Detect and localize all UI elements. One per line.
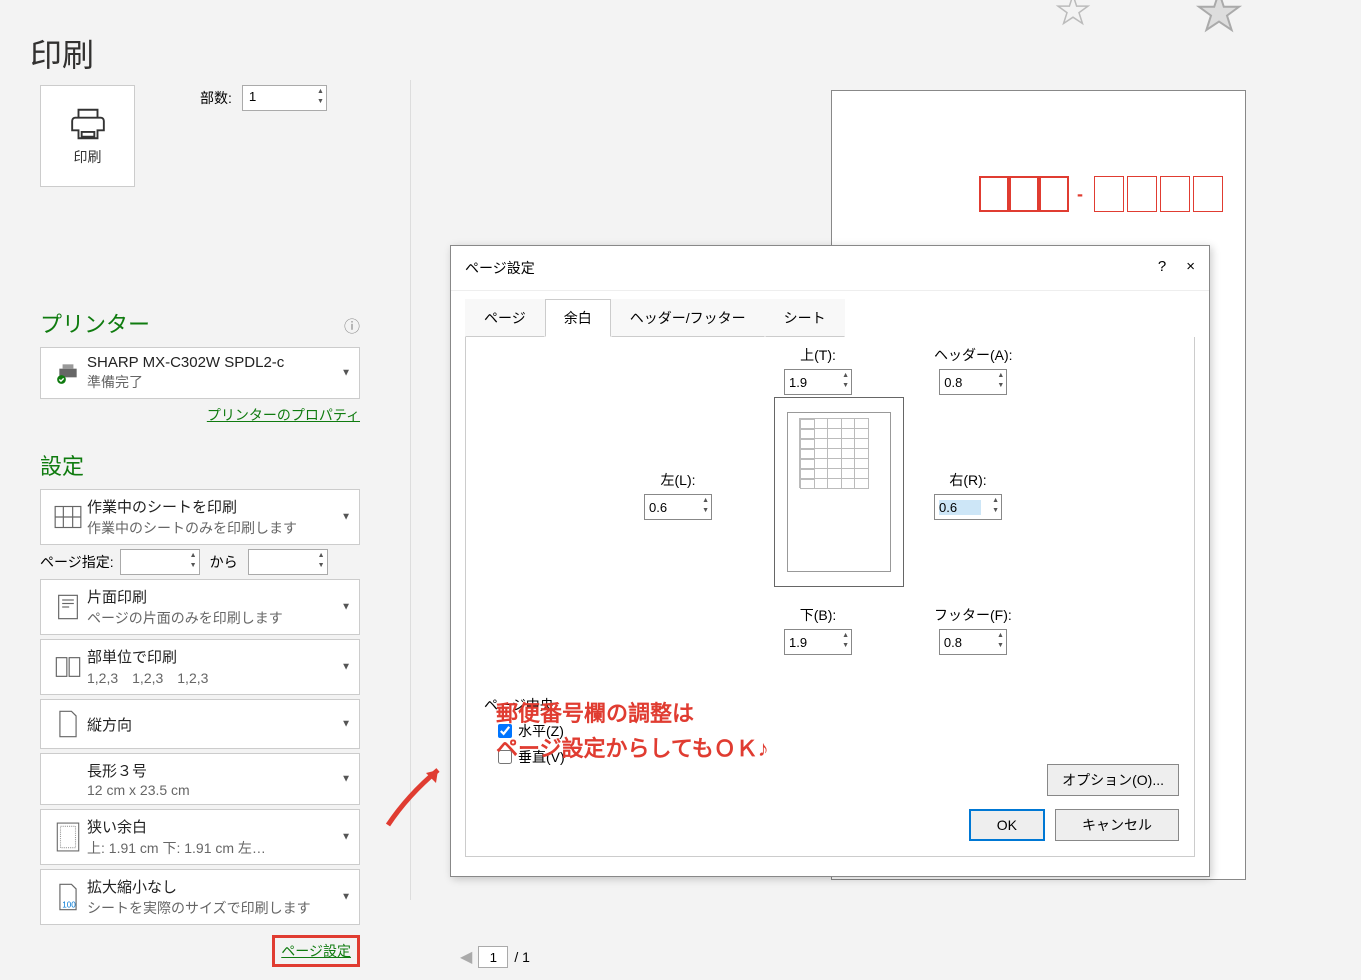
margin-header-label: ヘッダー(A): xyxy=(934,345,1013,365)
svg-text:100: 100 xyxy=(62,900,76,909)
caret-down-icon: ▼ xyxy=(341,892,351,903)
caret-down-icon: ▼ xyxy=(341,719,351,730)
page-to-input[interactable]: ▲▼ xyxy=(248,549,328,575)
page-from-input[interactable]: ▲▼ xyxy=(120,549,200,575)
page-to-label: から xyxy=(210,552,238,572)
single-side-icon xyxy=(54,593,82,621)
spinner-up-icon[interactable]: ▲ xyxy=(317,87,324,97)
caret-down-icon: ▼ xyxy=(341,512,351,523)
page-margins-diagram xyxy=(774,397,904,587)
margin-left-label: 左(L): xyxy=(661,470,696,490)
annotation-text: 郵便番号欄の調整は ページ設定からしてもＯＫ♪ xyxy=(496,696,769,766)
portrait-icon xyxy=(56,709,80,739)
spinner-down-icon[interactable]: ▼ xyxy=(317,97,324,107)
orientation-selector[interactable]: 縦方向 ▼ xyxy=(40,699,360,749)
print-what-selector[interactable]: 作業中のシートを印刷作業中のシートのみを印刷します ▼ xyxy=(40,489,360,545)
page-setup-link[interactable]: ページ設定 xyxy=(281,943,351,959)
sides-selector[interactable]: 片面印刷ページの片面のみを印刷します ▼ xyxy=(40,579,360,635)
print-button-label: 印刷 xyxy=(74,147,102,167)
printer-properties-link[interactable]: プリンターのプロパティ xyxy=(40,405,360,425)
scaling-selector[interactable]: 100 拡大縮小なしシートを実際のサイズで印刷します ▼ xyxy=(40,869,360,925)
margin-top-label: 上(T): xyxy=(800,345,836,365)
cancel-button[interactable]: キャンセル xyxy=(1055,809,1179,841)
settings-section-header: 設定 xyxy=(40,449,360,481)
copies-label: 部数: xyxy=(200,88,232,108)
tab-margins[interactable]: 余白 xyxy=(545,299,611,337)
printer-status: 準備完了 xyxy=(87,372,351,392)
caret-down-icon: ▼ xyxy=(341,368,351,379)
margin-header-input[interactable]: ▲▼ xyxy=(939,369,1007,395)
copies-input[interactable]: ▲▼ xyxy=(242,85,327,111)
margin-bottom-input[interactable]: ▲▼ xyxy=(784,629,852,655)
tab-page[interactable]: ページ xyxy=(465,299,545,337)
caret-down-icon: ▼ xyxy=(341,602,351,613)
caret-down-icon: ▼ xyxy=(341,774,351,785)
star-icon xyxy=(1055,0,1091,28)
star-icon xyxy=(1195,0,1243,36)
printer-icon xyxy=(69,105,107,143)
printer-ready-icon xyxy=(53,360,83,386)
tab-sheet[interactable]: シート xyxy=(765,299,845,337)
page-range-label: ページ指定: xyxy=(40,552,114,572)
printer-section-header: プリンター xyxy=(40,307,360,339)
pager-total: / 1 xyxy=(514,949,530,965)
margins-icon xyxy=(55,822,81,852)
collate-selector[interactable]: 部単位で印刷1,2,3 1,2,3 1,2,3 ▼ xyxy=(40,639,360,695)
pager-prev-icon[interactable]: ◀ xyxy=(460,947,472,967)
scale-icon: 100 xyxy=(56,882,80,912)
margin-footer-label: フッター(F): xyxy=(934,605,1012,625)
paper-selector[interactable]: 長形３号12 cm x 23.5 cm ▼ xyxy=(40,753,360,805)
dialog-close-button[interactable]: × xyxy=(1186,258,1195,278)
caret-down-icon: ▼ xyxy=(341,662,351,673)
pager-current-input[interactable] xyxy=(478,946,508,968)
margin-right-label: 右(R): xyxy=(949,470,986,490)
margins-selector[interactable]: 狭い余白上: 1.91 cm 下: 1.91 cm 左… ▼ xyxy=(40,809,360,865)
collate-icon xyxy=(54,655,82,679)
margin-right-input[interactable]: ▲▼ xyxy=(934,494,1002,520)
margin-top-input[interactable]: ▲▼ xyxy=(784,369,852,395)
page-setup-link-highlight: ページ設定 xyxy=(272,935,360,967)
tab-header-footer[interactable]: ヘッダー/フッター xyxy=(611,299,765,337)
printer-selector[interactable]: SHARP MX-C302W SPDL2-c 準備完了 ▼ xyxy=(40,347,360,399)
print-button[interactable]: 印刷 xyxy=(40,85,135,187)
info-icon[interactable]: ⓘ xyxy=(344,313,360,337)
postal-code-boxes: - xyxy=(979,176,1223,212)
ok-button[interactable]: OK xyxy=(969,809,1045,841)
margin-bottom-label: 下(B): xyxy=(800,605,837,625)
sheet-icon xyxy=(54,505,82,529)
printer-name: SHARP MX-C302W SPDL2-c xyxy=(87,354,351,371)
page-setup-dialog: ページ設定 ? × ページ 余白 ヘッダー/フッター シート 上(T): ▲▼ … xyxy=(450,245,1210,877)
dialog-help-button[interactable]: ? xyxy=(1158,258,1166,278)
margin-left-input[interactable]: ▲▼ xyxy=(644,494,712,520)
margin-footer-input[interactable]: ▲▼ xyxy=(939,629,1007,655)
page-title: 印刷 xyxy=(30,30,94,76)
options-button[interactable]: オプション(O)... xyxy=(1047,764,1179,796)
preview-pager: ◀ / 1 xyxy=(460,946,530,968)
arrow-icon xyxy=(378,755,458,835)
dialog-title: ページ設定 xyxy=(465,258,535,278)
caret-down-icon: ▼ xyxy=(341,832,351,843)
